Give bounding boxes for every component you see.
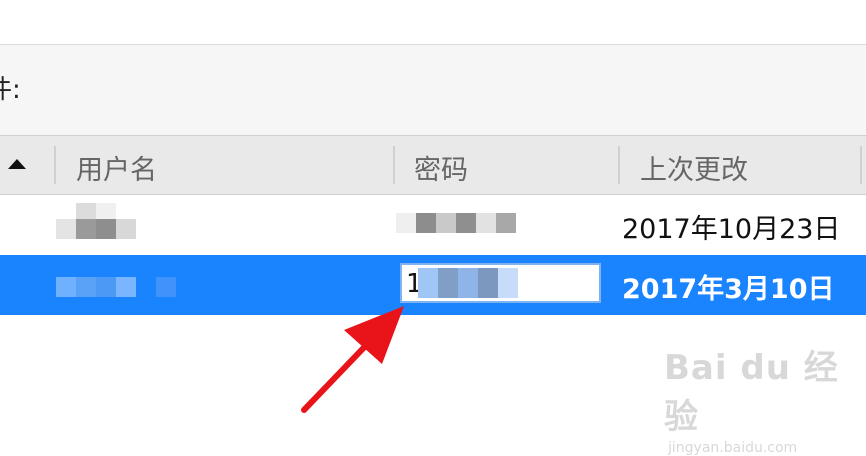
watermark: Bai du 经验 jingyan.baidu.com xyxy=(664,340,866,456)
watermark-logo: Bai du 经验 xyxy=(664,348,839,437)
watermark-url: jingyan.baidu.com xyxy=(668,440,798,456)
